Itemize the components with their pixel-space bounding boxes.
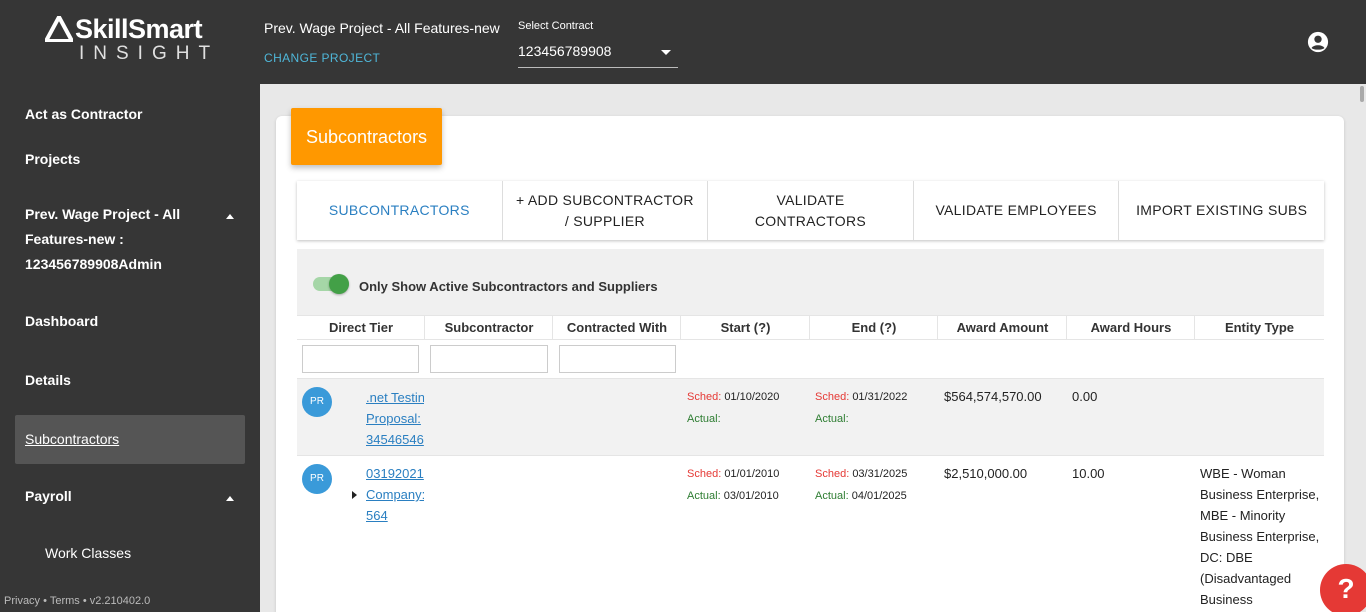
link-line: Proposal:: [366, 411, 421, 426]
entity-type-line: (Disadvantaged: [1200, 571, 1292, 586]
column-header-award-hours[interactable]: Award Hours: [1067, 315, 1195, 340]
tab-subcontractors[interactable]: SUBCONTRACTORS: [297, 181, 503, 240]
start-dates: Sched: 01/01/2010 Actual: 03/01/2010: [687, 463, 779, 507]
start-dates: Sched: 01/10/2020 Actual:: [687, 386, 779, 430]
expand-row-icon[interactable]: [352, 491, 357, 499]
sidebar-item-dashboard[interactable]: Dashboard: [25, 313, 98, 329]
toggle-knob: [329, 274, 349, 294]
direct-tier-link[interactable]: 03192021 Company: 564: [366, 463, 424, 526]
end-actual-date: 04/01/2025: [851, 490, 907, 502]
actual-label: Actual:: [815, 413, 849, 425]
grid-toolbar: Only Show Active Subcontractors and Supp…: [297, 249, 1324, 315]
entity-type: WBE - Woman Business Enterprise, MBE - M…: [1200, 463, 1319, 610]
award-amount: $564,574,570.00: [944, 389, 1042, 404]
contracted-with-filter-input[interactable]: [559, 345, 676, 373]
sidebar-item-projects[interactable]: Projects: [25, 151, 80, 167]
skillsmart-logo-icon: [45, 16, 73, 42]
entity-type-line: MBE - Minority: [1200, 508, 1286, 523]
sidebar: Act as Contractor Projects Prev. Wage Pr…: [0, 84, 260, 612]
column-header-award-amount[interactable]: Award Amount: [938, 315, 1067, 340]
column-header-end[interactable]: End (?): [810, 315, 938, 340]
end-sched-date: 03/31/2025: [852, 468, 908, 480]
sidebar-item-details[interactable]: Details: [25, 372, 71, 388]
table-row: PR .net Testin Proposal: 34546546 Sched:…: [297, 378, 1324, 456]
logo-subtext: INSIGHT: [79, 43, 220, 64]
project-line-3: 123456789908Admin: [25, 256, 162, 272]
entity-type-line: Business Enterprise,: [1200, 529, 1320, 544]
column-header-contracted-with[interactable]: Contracted With: [553, 315, 681, 340]
entity-type-line: DC: DBE: [1200, 550, 1253, 565]
card-title-badge: Subcontractors: [291, 108, 442, 165]
actual-label: Actual:: [687, 413, 721, 425]
subcontractor-filter-input[interactable]: [430, 345, 548, 373]
award-hours: 0.00: [1072, 389, 1098, 404]
sidebar-item-act-as-contractor[interactable]: Act as Contractor: [25, 106, 142, 122]
sidebar-item-work-classes[interactable]: Work Classes: [45, 545, 131, 561]
sidebar-item-payroll[interactable]: Payroll: [25, 488, 72, 504]
link-line: .net Testin: [366, 390, 424, 405]
entity-type-line: Business Enterprise,: [1200, 487, 1320, 502]
link-line: Company:: [366, 487, 424, 502]
actual-label: Actual:: [815, 490, 849, 502]
sched-label: Sched:: [687, 468, 722, 480]
contract-select[interactable]: 123456789908: [518, 38, 678, 68]
contract-select-value: 123456789908: [518, 43, 612, 59]
end-dates: Sched: 01/31/2022 Actual:: [815, 386, 907, 430]
start-actual-date: 03/01/2010: [723, 490, 779, 502]
sched-label: Sched:: [687, 391, 722, 403]
caret-up-icon[interactable]: [226, 496, 234, 501]
link-line: 34546546: [366, 432, 424, 447]
subcontractors-grid: Only Show Active Subcontractors and Supp…: [297, 249, 1324, 612]
link-line: 564: [366, 508, 388, 523]
start-sched-date: 01/01/2010: [724, 468, 780, 480]
avatar: PR: [302, 387, 332, 417]
sched-label: Sched:: [815, 391, 850, 403]
skillsmart-logo[interactable]: SkillSmart INSIGHT: [45, 14, 217, 64]
tab-import-existing-subs[interactable]: IMPORT EXISTING SUBS: [1119, 181, 1324, 240]
start-sched-date: 01/10/2020: [724, 391, 780, 403]
column-header-direct-tier[interactable]: Direct Tier: [297, 315, 425, 340]
tab-add-subcontractor[interactable]: + ADD SUBCONTRACTOR / SUPPLIER: [503, 181, 709, 240]
account-circle-icon[interactable]: [1307, 31, 1329, 53]
sidebar-item-subcontractors[interactable]: Subcontractors: [25, 431, 119, 447]
column-header-start[interactable]: Start (?): [681, 315, 810, 340]
card-title: Subcontractors: [306, 127, 428, 147]
table-row: PR 03192021 Company: 564 Sched: 01/01/20…: [297, 456, 1324, 612]
entity-type-line: Business: [1200, 592, 1253, 607]
award-hours: 10.00: [1072, 466, 1105, 481]
active-only-toggle-label: Only Show Active Subcontractors and Supp…: [359, 279, 658, 294]
sched-label: Sched:: [815, 468, 850, 480]
end-sched-date: 01/31/2022: [852, 391, 908, 403]
page-scrollbar[interactable]: [1360, 86, 1364, 102]
sidebar-item-current-project[interactable]: Prev. Wage Project - All Features-new : …: [25, 202, 195, 277]
link-line: 03192021: [366, 466, 424, 481]
contract-select-label: Select Contract: [518, 20, 594, 32]
change-project-link[interactable]: CHANGE PROJECT: [264, 51, 380, 65]
actual-label: Actual:: [687, 490, 721, 502]
caret-down-icon: [661, 50, 671, 55]
top-bar: SkillSmart INSIGHT Prev. Wage Project - …: [0, 0, 1366, 84]
direct-tier-link[interactable]: .net Testin Proposal: 34546546: [366, 387, 424, 450]
award-amount: $2,510,000.00: [944, 466, 1028, 481]
tab-validate-employees[interactable]: VALIDATE EMPLOYEES: [914, 181, 1120, 240]
help-button[interactable]: ?: [1320, 564, 1366, 612]
column-header-entity-type[interactable]: Entity Type: [1195, 315, 1324, 340]
caret-up-icon[interactable]: [226, 214, 234, 219]
active-only-toggle[interactable]: [313, 274, 349, 294]
project-name: Prev. Wage Project - All Features-new: [264, 20, 500, 36]
tab-bar: SUBCONTRACTORS + ADD SUBCONTRACTOR / SUP…: [297, 181, 1324, 240]
tab-validate-contractors[interactable]: VALIDATE CONTRACTORS: [708, 181, 914, 240]
end-dates: Sched: 03/31/2025 Actual: 04/01/2025: [815, 463, 907, 507]
direct-tier-filter-input[interactable]: [302, 345, 419, 373]
entity-type-line: WBE - Woman: [1200, 466, 1286, 481]
logo-text: SkillSmart: [75, 14, 203, 44]
project-line-1: Prev. Wage Project - All: [25, 206, 181, 222]
column-header-subcontractor[interactable]: Subcontractor: [425, 315, 553, 340]
project-line-2: Features-new :: [25, 231, 124, 247]
footer-links[interactable]: Privacy • Terms • v2.210402.0: [4, 595, 150, 607]
avatar: PR: [302, 464, 332, 494]
filter-row: [297, 340, 1324, 378]
